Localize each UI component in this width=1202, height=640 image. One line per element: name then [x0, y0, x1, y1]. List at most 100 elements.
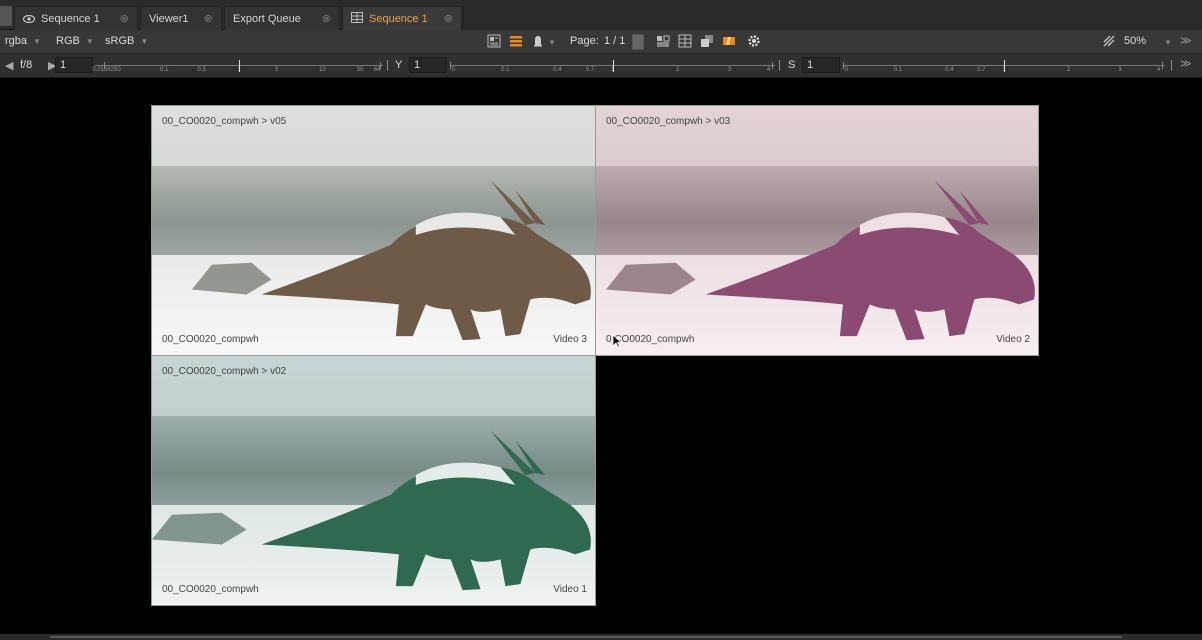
tick-label: 4 [1156, 67, 1161, 73]
tick-label: 0.4 [553, 67, 562, 73]
gain-field[interactable]: 1 [55, 57, 93, 73]
layout-icon[interactable] [487, 34, 501, 48]
panel-clip-label: 00_CO0020_compwh [162, 584, 259, 595]
tab-label: Export Queue [233, 12, 301, 25]
dinosaur-image [605, 180, 1035, 341]
table-icon[interactable] [678, 34, 692, 48]
slider-tick [771, 62, 773, 69]
tick-label: 0.4 [945, 67, 954, 73]
tick-label: 0.3 [197, 67, 206, 73]
wipe-icon[interactable] [722, 34, 736, 48]
tick-label: 0.7 [585, 67, 594, 73]
zoom-icon[interactable] [1102, 34, 1116, 48]
viewer-toolbar: rgba ▼ RGB ▼ sRGB ▼ ▼ Page: 1 / 1 50% ▼ ≫ [0, 30, 1202, 54]
tick-label: 3 [274, 67, 279, 73]
close-icon[interactable]: ⊗ [204, 12, 213, 25]
adjustment-toolbar: ◀ f/8 ▶ 1 0.0156250 0.1 0.3 1 3 10 30 64… [0, 54, 1202, 78]
tick-label: 4 [766, 67, 771, 73]
slider-handle[interactable] [239, 60, 240, 72]
page-value: 1 / 1 [604, 35, 626, 47]
panel-track-label: Video 3 [553, 334, 587, 345]
compare-icon[interactable] [656, 34, 670, 48]
slider-handle[interactable] [612, 60, 614, 72]
close-icon[interactable]: ⊗ [444, 12, 453, 25]
video-panel-3[interactable]: 00_CO0020_compwh > v05 00_CO0020_compwh … [151, 105, 596, 356]
expand-toolbar-icon[interactable]: ≫ [1180, 34, 1192, 47]
tick-label: 0.7 [977, 67, 986, 73]
tick-label: 3 [1118, 67, 1122, 73]
video-panel-1[interactable]: 00_CO0020_compwh > v02 00_CO0020_compwh … [151, 355, 596, 606]
tab-bar: Sequence 1 ⊗ Viewer1 ⊗ Export Queue ⊗ Se… [0, 0, 1202, 30]
panel-clip-label: 00_CO0020_compwh [162, 334, 259, 345]
gamma-slider[interactable]: 0 0.1 0.4 0.7 1 2 3 4 [450, 57, 775, 73]
tick-label: 10 [319, 67, 326, 73]
prev-arrow-icon[interactable]: ◀ [5, 59, 13, 72]
chevron-down-icon: ▼ [140, 37, 149, 46]
panel-version-label: 00_CO0020_compwh > v03 [606, 116, 731, 127]
gain-slider[interactable]: 0.0156250 0.1 0.3 1 3 10 30 64 [92, 57, 383, 73]
colorspace-value: sRGB [105, 35, 135, 47]
stack-layout-icon[interactable] [509, 34, 523, 48]
tab-viewer1[interactable]: Viewer1 ⊗ [140, 6, 222, 30]
saturation-value: 1 [807, 59, 814, 71]
display-channel-value: RGB [56, 35, 80, 47]
pane-grip[interactable] [0, 6, 12, 26]
slider-divider: | [778, 59, 781, 71]
slider-divider: | [386, 59, 389, 71]
tick-label: 2 [1066, 67, 1071, 73]
chevron-down-icon[interactable]: ▼ [548, 36, 556, 48]
bell-icon[interactable] [531, 34, 545, 48]
layers-icon[interactable] [700, 34, 714, 48]
zoom-value[interactable]: 50% [1124, 35, 1146, 47]
tick-label: 0.1 [893, 67, 902, 73]
tick-label: 0.1 [159, 67, 169, 73]
close-icon[interactable]: ⊗ [322, 12, 331, 25]
panel-version-label: 00_CO0020_compwh > v05 [162, 116, 287, 127]
tick-label: 3 [727, 67, 732, 73]
chevron-down-icon[interactable]: ▼ [1164, 36, 1172, 48]
chevron-down-icon: ▼ [85, 37, 94, 46]
tab-label: Sequence 1 [41, 12, 100, 25]
saturation-label: S [788, 59, 796, 71]
saturation-slider[interactable]: 0 0.1 0.4 0.7 1 2 3 4 [843, 57, 1165, 73]
page-label: Page: [570, 35, 599, 47]
expand-toolbar-icon[interactable]: ≫ [1180, 57, 1192, 70]
tick-label: 0 [844, 67, 848, 73]
tick-label: 64 [373, 67, 381, 73]
eye-icon [22, 12, 36, 26]
tab-sequence-1[interactable]: Sequence 1 ⊗ [14, 6, 138, 30]
mouse-cursor-icon [612, 334, 622, 348]
viewer-canvas[interactable]: 00_CO0020_compwh > v05 00_CO0020_compwh … [151, 105, 1039, 606]
scrollbar-thumb[interactable] [50, 636, 1122, 638]
gamma-field[interactable]: 1 [409, 57, 447, 73]
display-channel-dropdown[interactable]: RGB ▼ [56, 35, 94, 47]
saturation-field[interactable]: 1 [802, 57, 840, 73]
channels-dropdown[interactable]: rgba ▼ [5, 35, 41, 47]
gear-icon[interactable] [747, 34, 761, 48]
gamma-value: 1 [414, 59, 421, 71]
close-icon[interactable]: ⊗ [120, 12, 129, 25]
gamma-label: Y [395, 59, 403, 71]
panel-track-label: Video 1 [553, 584, 587, 595]
slider-divider: | [1170, 59, 1173, 71]
tick-label: 0.1 [501, 67, 510, 73]
slider-handle[interactable] [1004, 60, 1005, 72]
panel-track-label: Video 2 [996, 334, 1030, 345]
tab-label: Sequence 1 [369, 12, 428, 25]
page-stepper[interactable] [632, 34, 644, 50]
tab-sequence-1-active[interactable]: Sequence 1 ⊗ [342, 6, 462, 30]
bottom-scrollbar[interactable] [0, 634, 1202, 640]
tab-bar-filler [463, 6, 1202, 30]
video-panel-2[interactable]: 00_CO0020_compwh > v03 0 CO0020_compwh V… [595, 105, 1039, 356]
grid-icon [351, 11, 363, 26]
dinosaur-image [152, 430, 591, 591]
tick-label: 0 [451, 67, 455, 73]
tick-label: 30 [356, 67, 364, 73]
dinosaur-image [191, 180, 591, 341]
fstop-label: f/8 [20, 59, 33, 71]
channels-value: rgba [5, 35, 28, 47]
tab-export-queue[interactable]: Export Queue ⊗ [224, 6, 340, 30]
tick-label: 0.0156250 [92, 67, 121, 73]
chevron-down-icon: ▼ [33, 37, 41, 46]
colorspace-dropdown[interactable]: sRGB ▼ [105, 35, 148, 47]
